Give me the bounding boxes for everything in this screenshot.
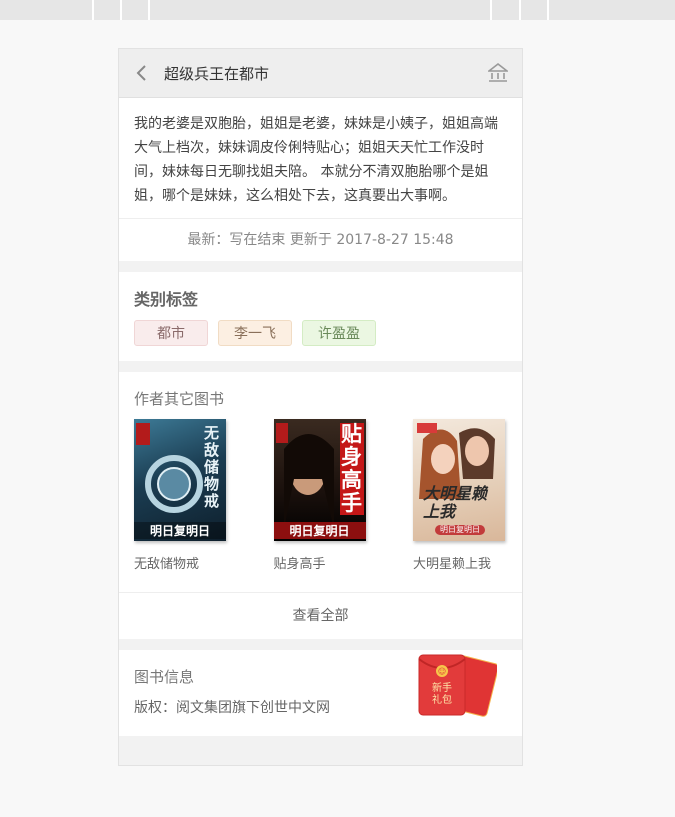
back-arrow-icon[interactable] <box>135 65 149 81</box>
tags-title: 类别标签 <box>134 290 199 309</box>
book-cover[interactable]: 贴身高手 明日复明日 <box>273 419 366 541</box>
book-cover[interactable]: 大明星赖上我 明日复明日 <box>413 419 505 541</box>
book-cover[interactable]: 无敌储物戒 明日复明日 <box>134 419 226 541</box>
book-item[interactable]: 无敌储物戒 明日复明日 无敌储物戒 <box>134 419 228 572</box>
home-icon[interactable] <box>488 63 508 83</box>
book-name[interactable]: 无敌储物戒 <box>134 553 228 572</box>
red-packet-button[interactable]: ☺ 新手 礼包 <box>417 653 499 719</box>
strip-divider <box>519 0 521 20</box>
tag-list: 都市 李一飞 许盈盈 <box>134 320 507 346</box>
tag-chip[interactable]: 李一飞 <box>218 320 292 346</box>
cover-author: 明日复明日 <box>273 522 366 539</box>
cover-art <box>417 423 495 499</box>
cover-author: 明日复明日 <box>134 522 226 539</box>
cover-title: 无敌储物戒 <box>204 424 220 510</box>
book-description: 我的老婆是双胞胎，姐姐是老婆，妹妹是小姨子，姐姐高端大气上档次，妹妹调皮伶俐特贴… <box>134 116 498 204</box>
tags-section: 类别标签 都市 李一飞 许盈盈 <box>119 272 522 361</box>
section-divider <box>119 261 522 272</box>
book-name[interactable]: 大明星赖上我 <box>413 553 507 572</box>
cover-author: 明日复明日 <box>435 525 485 535</box>
mobile-page: 超级兵王在都市 我的老婆是双胞胎，姐姐是老婆，妹妹是小姨子，姐姐高端大气上档次，… <box>118 48 523 766</box>
red-packet-label-line2: 礼包 <box>432 695 452 706</box>
book-list: 无敌储物戒 明日复明日 无敌储物戒 贴身高手 明日复明日 贴身高手 大明星赖上我… <box>134 419 507 592</box>
top-nav-bar: 超级兵王在都市 <box>119 49 522 98</box>
tag-chip[interactable]: 都市 <box>134 320 208 346</box>
book-name[interactable]: 贴身高手 <box>274 553 368 572</box>
strip-divider <box>92 0 94 20</box>
cover-title: 贴身高手 <box>339 422 364 515</box>
book-summary-section: 我的老婆是双胞胎，姐姐是老婆，妹妹是小姨子，姐姐高端大气上档次，妹妹调皮伶俐特贴… <box>119 98 522 261</box>
section-divider <box>119 639 522 650</box>
strip-divider <box>547 0 549 20</box>
strip-divider <box>490 0 492 20</box>
view-all-link[interactable]: 查看全部 <box>119 592 522 639</box>
red-packet-label-line1: 新手 <box>432 683 452 694</box>
book-item[interactable]: 大明星赖上我 明日复明日 大明星赖上我 <box>413 419 507 572</box>
browser-top-strip <box>0 0 675 20</box>
red-packet-label: 新手 礼包 <box>419 683 465 707</box>
other-books-section: 作者其它图书 无敌储物戒 明日复明日 无敌储物戒 贴身高手 明日复明日 贴身高手… <box>119 372 522 639</box>
other-books-title: 作者其它图书 <box>134 390 225 408</box>
strip-divider <box>120 0 122 20</box>
book-info-section: 图书信息 版权：阅文集团旗下创世中文网 ☺ 新手 礼包 <box>119 650 522 736</box>
svg-text:☺: ☺ <box>438 667 446 676</box>
page-title: 超级兵王在都市 <box>164 65 270 83</box>
book-item[interactable]: 贴身高手 明日复明日 贴身高手 <box>273 419 368 572</box>
cover-title: 大明星赖上我 <box>423 484 488 521</box>
section-divider <box>119 361 522 372</box>
latest-update[interactable]: 最新：写在结束 更新于 2017-8-27 15:48 <box>119 218 522 261</box>
strip-divider <box>148 0 150 20</box>
tag-chip[interactable]: 许盈盈 <box>302 320 376 346</box>
